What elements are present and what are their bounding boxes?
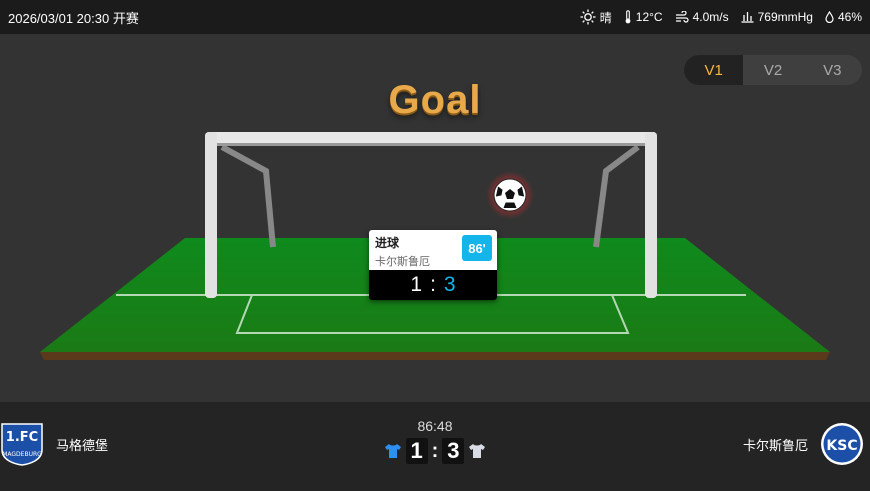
pressure-value: 769mmHg — [757, 10, 813, 24]
svg-text:MAGDEBURG: MAGDEBURG — [2, 451, 42, 458]
droplet-icon — [825, 11, 834, 23]
humidity-value: 46% — [837, 10, 862, 24]
sun-icon — [580, 9, 596, 25]
wind-value: 4.0m/s — [692, 10, 729, 24]
event-score-separator: : — [430, 273, 436, 296]
home-team: 1.FC MAGDEBURG 马格德堡 — [0, 422, 108, 466]
home-team-name: 马格德堡 — [56, 437, 109, 453]
goal-headline: Goal — [388, 78, 482, 122]
weather-info: 晴 12°C 4.0m/s 769mmHg 46% — [580, 9, 862, 26]
thermometer-icon — [625, 10, 631, 24]
scoreboard: 1.FC MAGDEBURG 马格德堡 86:48 1 : 3 卡尔斯鲁厄 KS… — [0, 402, 870, 491]
svg-text:KSC: KSC — [826, 438, 857, 454]
event-card-header: 进球 卡尔斯鲁厄 86' — [369, 230, 497, 270]
match-animation-stage: V1 V2 V3 Goal 进球 卡尔斯鲁厄 86' 1 : 3 — [0, 34, 870, 402]
event-minute-badge: 86' — [462, 235, 492, 261]
score-separator: : — [431, 439, 439, 462]
humidity: 46% — [825, 10, 862, 24]
match-clock: 86:48 — [417, 418, 453, 434]
wind-icon — [675, 11, 689, 23]
pitch-soil-edge — [40, 352, 830, 360]
temperature-value: 12°C — [635, 10, 663, 24]
weather-condition: 晴 — [580, 9, 612, 26]
goal-event-card: 进球 卡尔斯鲁厄 86' 1 : 3 — [369, 230, 497, 300]
event-away-score: 3 — [443, 273, 456, 296]
top-bar: 2026/03/01 20:30 开赛 晴 12°C 4.0m/s 769mmH… — [0, 0, 870, 34]
pressure-icon — [741, 12, 754, 23]
weather-condition-label: 晴 — [599, 10, 612, 25]
home-shirt-icon — [384, 444, 401, 458]
scoreline: 1 : 3 — [380, 438, 490, 464]
score-center: 86:48 1 : 3 — [380, 418, 490, 464]
home-score: 1 — [405, 438, 428, 464]
temperature: 12°C — [624, 10, 663, 24]
away-team-logo: KSC — [821, 423, 863, 465]
soccer-ball-icon — [486, 171, 534, 219]
away-team-name: 卡尔斯鲁厄 — [742, 437, 808, 453]
away-team: 卡尔斯鲁厄 KSC — [743, 422, 864, 466]
home-team-logo: 1.FC MAGDEBURG — [1, 423, 43, 466]
wind: 4.0m/s — [675, 10, 729, 24]
away-score: 3 — [442, 438, 465, 464]
pressure: 769mmHg — [741, 10, 813, 24]
svg-text:1.FC: 1.FC — [6, 430, 38, 445]
match-datetime: 2026/03/01 20:30 开赛 — [8, 10, 139, 26]
event-card-score: 1 : 3 — [369, 270, 497, 300]
event-home-score: 1 — [410, 273, 423, 296]
away-shirt-icon — [469, 444, 486, 458]
